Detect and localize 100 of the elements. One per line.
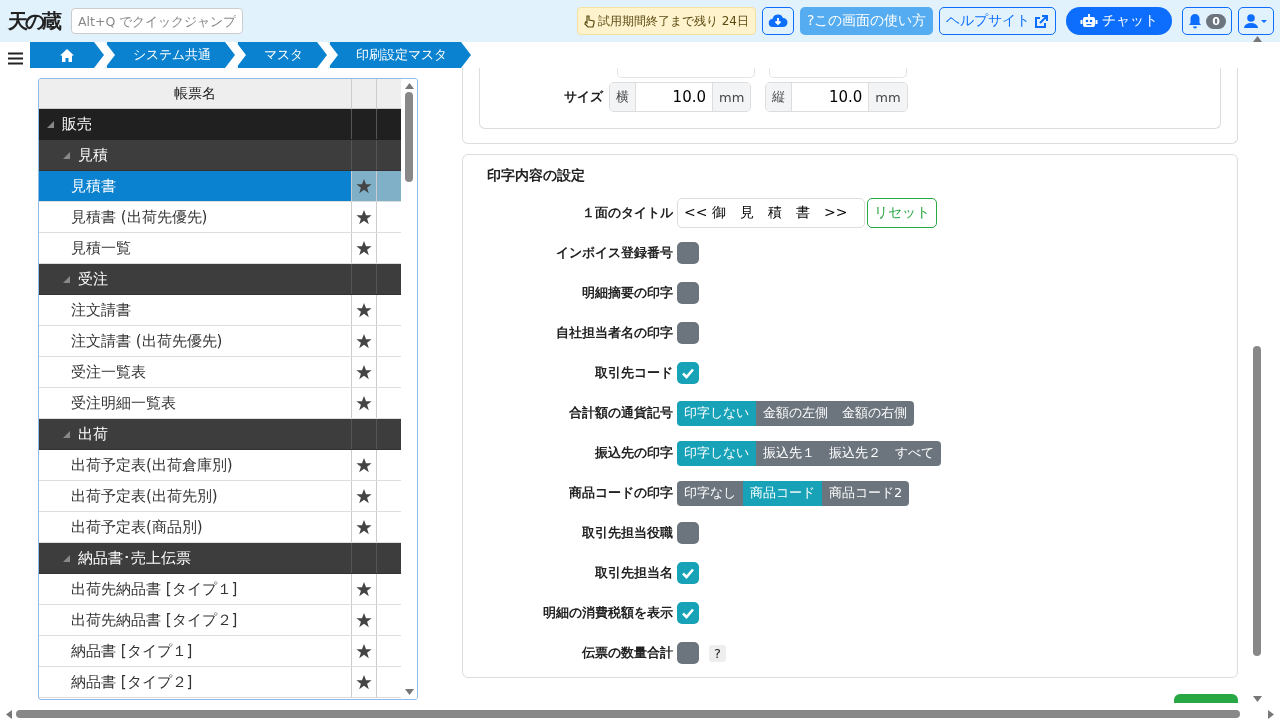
form-list-item[interactable]: 出荷予定表(出荷先別) bbox=[39, 481, 351, 511]
setting-label: １面のタイトル bbox=[581, 204, 673, 222]
star-icon[interactable] bbox=[356, 519, 372, 535]
star-icon[interactable] bbox=[356, 488, 372, 504]
form-list-item[interactable]: 出荷予定表(出荷倉庫別) bbox=[39, 450, 351, 480]
bell-icon bbox=[1188, 13, 1203, 29]
home-breadcrumb[interactable] bbox=[30, 42, 104, 68]
scroll-up-icon[interactable] bbox=[1252, 36, 1262, 42]
checkbox[interactable] bbox=[677, 242, 699, 264]
check-icon bbox=[681, 367, 695, 379]
option-button[interactable]: 振込先１ bbox=[756, 440, 822, 466]
chat-button[interactable]: チャット bbox=[1066, 7, 1173, 35]
scroll-down-icon[interactable] bbox=[1252, 696, 1262, 702]
scroll-right-icon[interactable] bbox=[1268, 709, 1274, 719]
pointer-icon bbox=[583, 14, 595, 28]
field-edge[interactable] bbox=[769, 68, 907, 78]
checkbox[interactable] bbox=[677, 602, 699, 624]
trial-text: 試用期間終了まで残り 24日 bbox=[597, 12, 749, 30]
star-icon[interactable] bbox=[356, 643, 372, 659]
setting-label: 商品コードの印字 bbox=[568, 484, 673, 502]
form-list-item[interactable]: 出荷先納品書 [タイプ２] bbox=[39, 605, 351, 635]
checkbox[interactable] bbox=[677, 282, 699, 304]
unit-label: mm bbox=[713, 83, 751, 111]
check-icon bbox=[681, 607, 695, 619]
expand-icon[interactable] bbox=[47, 120, 54, 128]
notification-count: 0 bbox=[1206, 13, 1226, 29]
form-list-item[interactable]: 出荷先納品書 [タイプ１] bbox=[39, 574, 351, 604]
star-icon[interactable] bbox=[356, 240, 372, 256]
checkbox[interactable] bbox=[677, 642, 699, 664]
expand-icon[interactable] bbox=[63, 151, 70, 159]
option-button[interactable]: 金額の左側 bbox=[756, 400, 835, 426]
form-list-item[interactable]: 見積書 (出荷先優先) bbox=[39, 202, 351, 232]
option-button[interactable]: すべて bbox=[888, 440, 941, 466]
form-list-item[interactable]: 納品書 [タイプ２] bbox=[39, 667, 351, 697]
breadcrumb-item[interactable]: マスタ bbox=[236, 42, 327, 68]
action-button[interactable] bbox=[1174, 694, 1238, 703]
star-icon[interactable] bbox=[356, 209, 372, 225]
star-icon[interactable] bbox=[356, 457, 372, 473]
field-label: サイズ bbox=[564, 88, 603, 106]
form-list-item[interactable]: 納品書 [タイプ１] bbox=[39, 636, 351, 666]
expand-icon[interactable] bbox=[63, 275, 70, 283]
help-badge[interactable]: ? bbox=[709, 644, 726, 662]
form-list-item[interactable]: 見積一覧 bbox=[39, 233, 351, 263]
scroll-up-icon[interactable] bbox=[404, 83, 414, 89]
breadcrumb-item[interactable]: システム共通 bbox=[105, 42, 235, 68]
setting-label: 自社担当者名の印字 bbox=[555, 324, 673, 342]
star-icon[interactable] bbox=[356, 581, 372, 597]
scroll-left-icon[interactable] bbox=[6, 709, 12, 719]
title-field[interactable]: << 御 見 積 書 >> bbox=[677, 198, 865, 228]
column-header: 帳票名 bbox=[173, 83, 217, 103]
option-button[interactable]: 商品コード2 bbox=[822, 480, 910, 506]
form-list-item[interactable]: 注文請書 bbox=[39, 295, 351, 325]
form-list-item[interactable]: 注文請書 (出荷先優先) bbox=[39, 326, 351, 356]
checkbox[interactable] bbox=[677, 522, 699, 544]
home-icon bbox=[60, 48, 74, 62]
checkbox[interactable] bbox=[677, 562, 699, 584]
star-icon[interactable] bbox=[356, 395, 372, 411]
form-list-item[interactable]: 見積書 bbox=[39, 171, 351, 201]
setting-label: 明細摘要の印字 bbox=[581, 284, 673, 302]
download-button[interactable] bbox=[761, 7, 794, 35]
size-field[interactable]: 横 10.0 mm bbox=[609, 82, 752, 112]
form-list-item[interactable]: 受注明細一覧表 bbox=[39, 388, 351, 418]
expand-icon[interactable] bbox=[63, 430, 70, 438]
external-link-icon bbox=[1034, 13, 1050, 29]
scroll-thumb[interactable] bbox=[405, 92, 413, 182]
star-icon[interactable] bbox=[356, 333, 372, 349]
star-icon[interactable] bbox=[356, 674, 372, 690]
scroll-down-icon[interactable] bbox=[404, 689, 414, 695]
breadcrumb-item[interactable]: 印刷設定マスタ bbox=[328, 42, 471, 68]
setting-label: 伝票の数量合計 bbox=[580, 644, 673, 662]
user-caret-icon bbox=[1244, 13, 1268, 29]
option-button[interactable]: 金額の右側 bbox=[835, 400, 914, 426]
expand-icon[interactable] bbox=[63, 554, 70, 562]
logo[interactable]: 天の蔵 bbox=[8, 7, 59, 35]
field-prefix: 横 bbox=[610, 83, 635, 111]
star-icon[interactable] bbox=[356, 178, 372, 194]
user-menu-button[interactable] bbox=[1238, 7, 1274, 35]
size-field[interactable]: 縦 10.0 mm bbox=[765, 82, 908, 112]
form-list-item[interactable]: 出荷予定表(商品別) bbox=[39, 512, 351, 542]
form-list-item[interactable]: 受注一覧表 bbox=[39, 357, 351, 387]
field-edge[interactable] bbox=[617, 68, 755, 78]
setting-label: 取引先担当役職 bbox=[581, 524, 673, 542]
scroll-thumb[interactable] bbox=[16, 710, 1240, 718]
setting-label: 振込先の印字 bbox=[594, 444, 673, 462]
star-icon[interactable] bbox=[356, 612, 372, 628]
search-field[interactable]: Alt+Q でクイックジャンプ bbox=[71, 8, 243, 34]
check-icon bbox=[681, 567, 695, 579]
notifications-button[interactable]: 0 bbox=[1182, 7, 1232, 35]
setting-label: 明細の消費税額を表示 bbox=[542, 604, 673, 622]
star-icon[interactable] bbox=[356, 364, 372, 380]
setting-label: インボイス登録番号 bbox=[555, 244, 673, 262]
checkbox[interactable] bbox=[677, 362, 699, 384]
scroll-thumb[interactable] bbox=[1253, 346, 1261, 656]
checkbox[interactable] bbox=[677, 322, 699, 344]
option-button[interactable]: 振込先２ bbox=[822, 440, 888, 466]
help-site-button[interactable]: ヘルプサイト bbox=[939, 7, 1057, 35]
option-button[interactable]: 印字なし bbox=[677, 480, 743, 506]
star-icon[interactable] bbox=[356, 302, 372, 318]
menu-icon[interactable] bbox=[7, 52, 23, 65]
robot-icon bbox=[1080, 13, 1099, 29]
